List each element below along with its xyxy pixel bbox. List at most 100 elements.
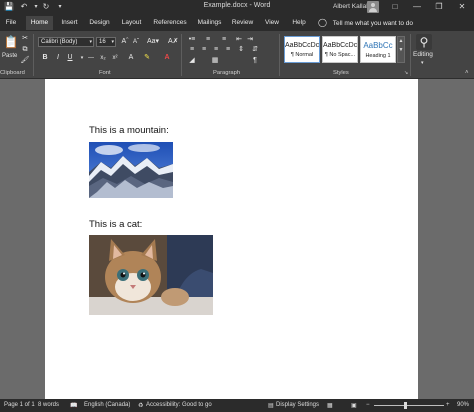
zoom-out-icon[interactable]: − bbox=[366, 402, 370, 408]
copy-icon[interactable]: ⧉ bbox=[20, 45, 30, 55]
style-name: Heading 1 bbox=[365, 53, 391, 59]
accessibility-status[interactable]: Accessibility: Good to go bbox=[146, 402, 212, 408]
shading-icon[interactable]: ◢ bbox=[187, 56, 197, 66]
close-icon[interactable]: ✕ bbox=[451, 0, 473, 14]
chevron-down-icon[interactable]: ▾ bbox=[421, 60, 424, 66]
zoom-slider[interactable] bbox=[374, 405, 444, 406]
print-layout-icon[interactable]: ▣ bbox=[351, 402, 357, 409]
style-sample: AaBbCcDc bbox=[323, 42, 357, 49]
clear-formatting-icon[interactable]: A✗ bbox=[168, 37, 179, 47]
text-effects-icon[interactable]: A bbox=[126, 53, 136, 63]
paragraph-group-label: Paragraph bbox=[213, 70, 241, 76]
tell-me-label: Tell me what you want to do bbox=[332, 20, 413, 27]
strikethrough-icon[interactable]: ― bbox=[85, 53, 97, 63]
grow-font-icon[interactable]: Aˆ bbox=[120, 37, 130, 47]
tab-references[interactable]: References bbox=[150, 16, 190, 30]
highlight-icon[interactable]: ✎ bbox=[142, 53, 152, 63]
title-bar: 💾 ↶ ▾ ↻ ▾ Example.docx - Word Albert Kal… bbox=[0, 0, 474, 14]
language[interactable]: English (Canada) bbox=[84, 402, 130, 408]
tab-file[interactable]: File bbox=[0, 16, 22, 30]
tab-layout[interactable]: Layout bbox=[117, 16, 146, 30]
editing-label[interactable]: Editing bbox=[413, 51, 433, 58]
subscript-icon[interactable]: x₂ bbox=[98, 53, 108, 63]
user-name[interactable]: Albert Kallal bbox=[333, 3, 368, 10]
style-normal[interactable]: AaBbCcDc ¶ Normal bbox=[284, 36, 320, 63]
font-group-label: Font bbox=[99, 70, 111, 76]
lightbulb-icon: ◯ bbox=[318, 18, 327, 27]
divider bbox=[33, 34, 34, 76]
format-painter-icon[interactable]: 🖌 bbox=[20, 56, 30, 66]
document-canvas: This is a mountain: This is a cat: bbox=[0, 79, 474, 399]
paragraph-mountain[interactable]: This is a mountain: bbox=[89, 125, 169, 136]
chevron-down-icon: ▾ bbox=[89, 39, 92, 45]
font-size-select[interactable]: 16 ▾ bbox=[96, 37, 116, 47]
italic-button[interactable]: I bbox=[53, 53, 63, 63]
style-sample: AaBbCcDc bbox=[285, 42, 319, 49]
restore-icon[interactable]: ❐ bbox=[428, 0, 450, 14]
tab-view[interactable]: View bbox=[260, 16, 284, 30]
ribbon-options-icon[interactable]: □ bbox=[384, 0, 406, 14]
tab-review[interactable]: Review bbox=[229, 16, 256, 30]
focus-mode-icon[interactable]: ▦ bbox=[327, 402, 333, 409]
page-count[interactable]: Page 1 of 1 bbox=[4, 402, 35, 408]
minimize-icon[interactable]: — bbox=[406, 0, 428, 14]
align-left-icon[interactable]: ≡ bbox=[187, 45, 197, 55]
avatar[interactable] bbox=[367, 1, 379, 13]
show-formatting-icon[interactable]: ¶ bbox=[250, 56, 260, 66]
cat-image[interactable] bbox=[89, 235, 213, 315]
cut-icon[interactable]: ✂ bbox=[20, 34, 30, 44]
zoom-slider-thumb[interactable] bbox=[403, 402, 407, 409]
tab-mailings[interactable]: Mailings bbox=[193, 16, 226, 30]
dialog-launcher-icon[interactable]: ↘ bbox=[404, 70, 408, 76]
numbering-icon[interactable]: ≡ bbox=[203, 35, 213, 45]
zoom-level[interactable]: 90% bbox=[457, 402, 469, 408]
mountain-image[interactable] bbox=[89, 142, 173, 198]
accessibility-icon[interactable]: ♻ bbox=[138, 402, 143, 409]
borders-icon[interactable]: ▦ bbox=[210, 56, 220, 66]
multilevel-list-icon[interactable]: ≡ bbox=[219, 35, 229, 45]
align-right-icon[interactable]: ≡ bbox=[211, 45, 221, 55]
tab-home[interactable]: Home bbox=[26, 16, 53, 30]
vertical-scrollbar[interactable] bbox=[467, 79, 474, 399]
find-icon[interactable]: ⚲ bbox=[416, 34, 432, 50]
paragraph-cat[interactable]: This is a cat: bbox=[89, 219, 142, 230]
font-name-select[interactable]: Calibri (Body) ▾ bbox=[38, 37, 94, 47]
clipboard-group-label: Clipboard bbox=[0, 70, 25, 76]
styles-scroll[interactable]: ▲ ▼ bbox=[397, 36, 405, 63]
display-settings-icon[interactable]: ▤ bbox=[268, 402, 274, 409]
styles-gallery: AaBbCcDc ¶ Normal AaBbCcDc ¶ No Spac... … bbox=[284, 36, 406, 64]
style-heading-1[interactable]: AaBbCc Heading 1 bbox=[360, 36, 396, 63]
status-bar: Page 1 of 1 8 words 📖 English (Canada) ♻… bbox=[0, 399, 474, 412]
line-spacing-icon[interactable]: ⇕ bbox=[236, 45, 246, 55]
increase-indent-icon[interactable]: ⇥ bbox=[245, 35, 255, 45]
styles-group-label: Styles bbox=[333, 70, 349, 76]
divider bbox=[181, 34, 182, 76]
zoom-in-icon[interactable]: + bbox=[446, 402, 450, 408]
tab-help[interactable]: Help bbox=[288, 16, 310, 30]
document-page[interactable]: This is a mountain: This is a cat: bbox=[45, 79, 418, 399]
tab-design[interactable]: Design bbox=[85, 16, 114, 30]
tab-insert[interactable]: Insert bbox=[56, 16, 83, 30]
paste-label[interactable]: Paste bbox=[2, 53, 17, 59]
style-sample: AaBbCc bbox=[363, 41, 393, 50]
style-name: ¶ No Spac... bbox=[324, 52, 356, 58]
font-color-icon[interactable]: A bbox=[162, 53, 172, 63]
tell-me-search[interactable]: ◯ Tell me what you want to do bbox=[318, 16, 413, 30]
justify-icon[interactable]: ≡ bbox=[223, 45, 233, 55]
change-case-icon[interactable]: Aa▾ bbox=[145, 37, 161, 47]
bullets-icon[interactable]: •≡ bbox=[187, 35, 197, 45]
style-no-spacing[interactable]: AaBbCcDc ¶ No Spac... bbox=[322, 36, 358, 63]
superscript-icon[interactable]: x² bbox=[110, 53, 120, 63]
chevron-down-icon: ▾ bbox=[111, 39, 114, 45]
proofing-icon[interactable]: 📖 bbox=[70, 402, 77, 409]
shrink-font-icon[interactable]: Aˇ bbox=[131, 37, 141, 47]
paste-icon[interactable]: 📋 bbox=[3, 34, 19, 50]
collapse-ribbon-icon[interactable]: ˄ bbox=[465, 70, 469, 76]
display-settings[interactable]: Display Settings bbox=[276, 402, 319, 408]
sort-icon[interactable]: ⇵ bbox=[250, 45, 260, 55]
bold-button[interactable]: B bbox=[40, 53, 50, 63]
decrease-indent-icon[interactable]: ⇤ bbox=[234, 35, 244, 45]
word-count[interactable]: 8 words bbox=[38, 402, 59, 408]
underline-button[interactable]: U bbox=[65, 53, 75, 63]
align-center-icon[interactable]: ≡ bbox=[199, 45, 209, 55]
